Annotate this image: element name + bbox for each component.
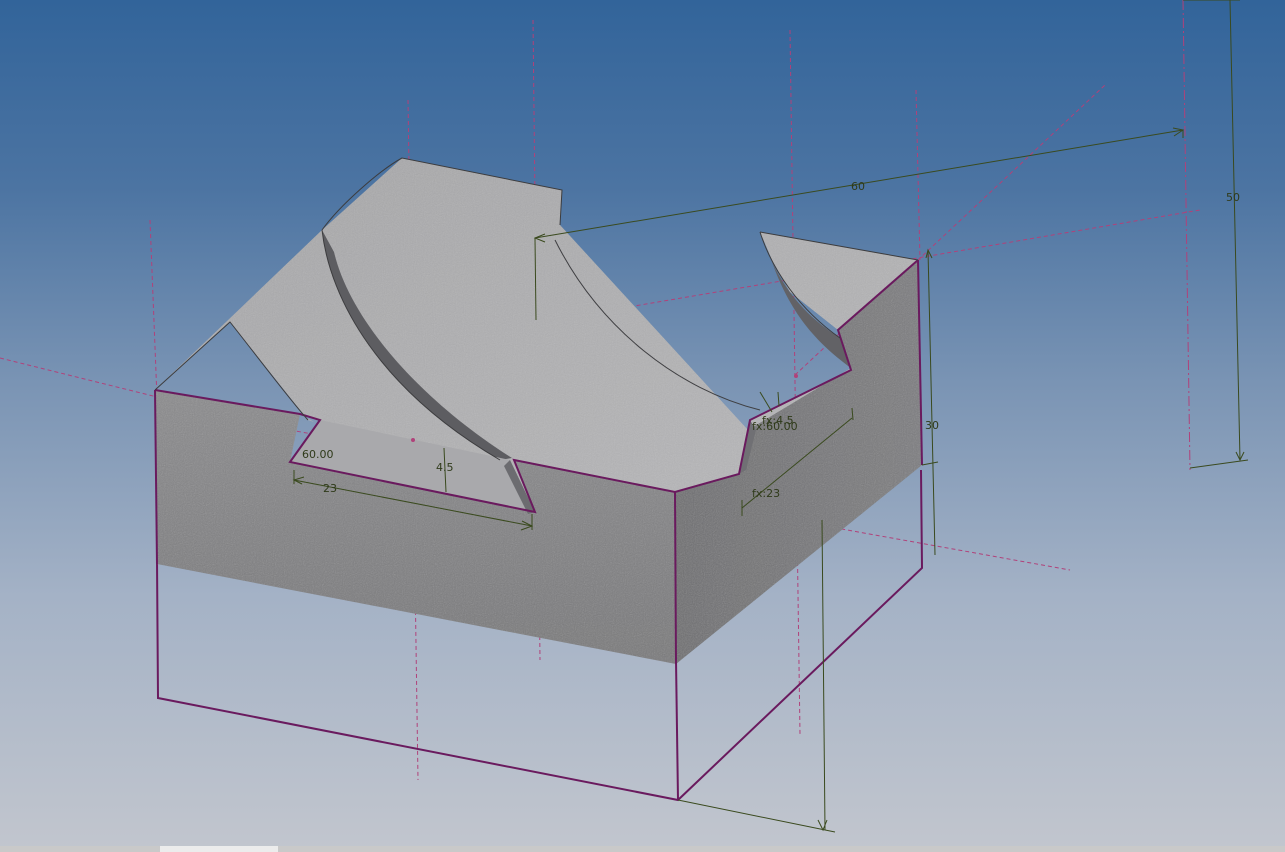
dim-slot-angle-label[interactable]: 60.00 — [302, 448, 334, 461]
sketch-point — [794, 374, 798, 378]
cad-viewport[interactable]: 60 50 30 60.00 4.5 23 fx:4.5 fx:60.00 fx… — [0, 0, 1285, 852]
model-scene[interactable]: 60 50 30 60.00 4.5 23 fx:4.5 fx:60.00 fx… — [0, 0, 1285, 852]
dim-height-label[interactable]: 50 — [1226, 191, 1240, 204]
bottom-tab[interactable] — [160, 846, 278, 852]
dim-right-slot-angle-label[interactable]: fx:60.00 — [752, 420, 798, 433]
dim-depth-label[interactable]: 30 — [925, 419, 939, 432]
sketch-point — [411, 438, 415, 442]
centerline-left — [149, 219, 158, 399]
centerline-right — [789, 29, 801, 736]
dim-right-slot-width-label[interactable]: fx:23 — [752, 487, 780, 500]
centerline-corner — [915, 89, 921, 261]
dim-slot-depth-label[interactable]: 4.5 — [436, 461, 454, 474]
dim-length-label[interactable]: 60 — [851, 180, 865, 193]
centerline-far — [1182, 0, 1191, 471]
dim-slot-width-label[interactable]: 23 — [323, 482, 337, 495]
